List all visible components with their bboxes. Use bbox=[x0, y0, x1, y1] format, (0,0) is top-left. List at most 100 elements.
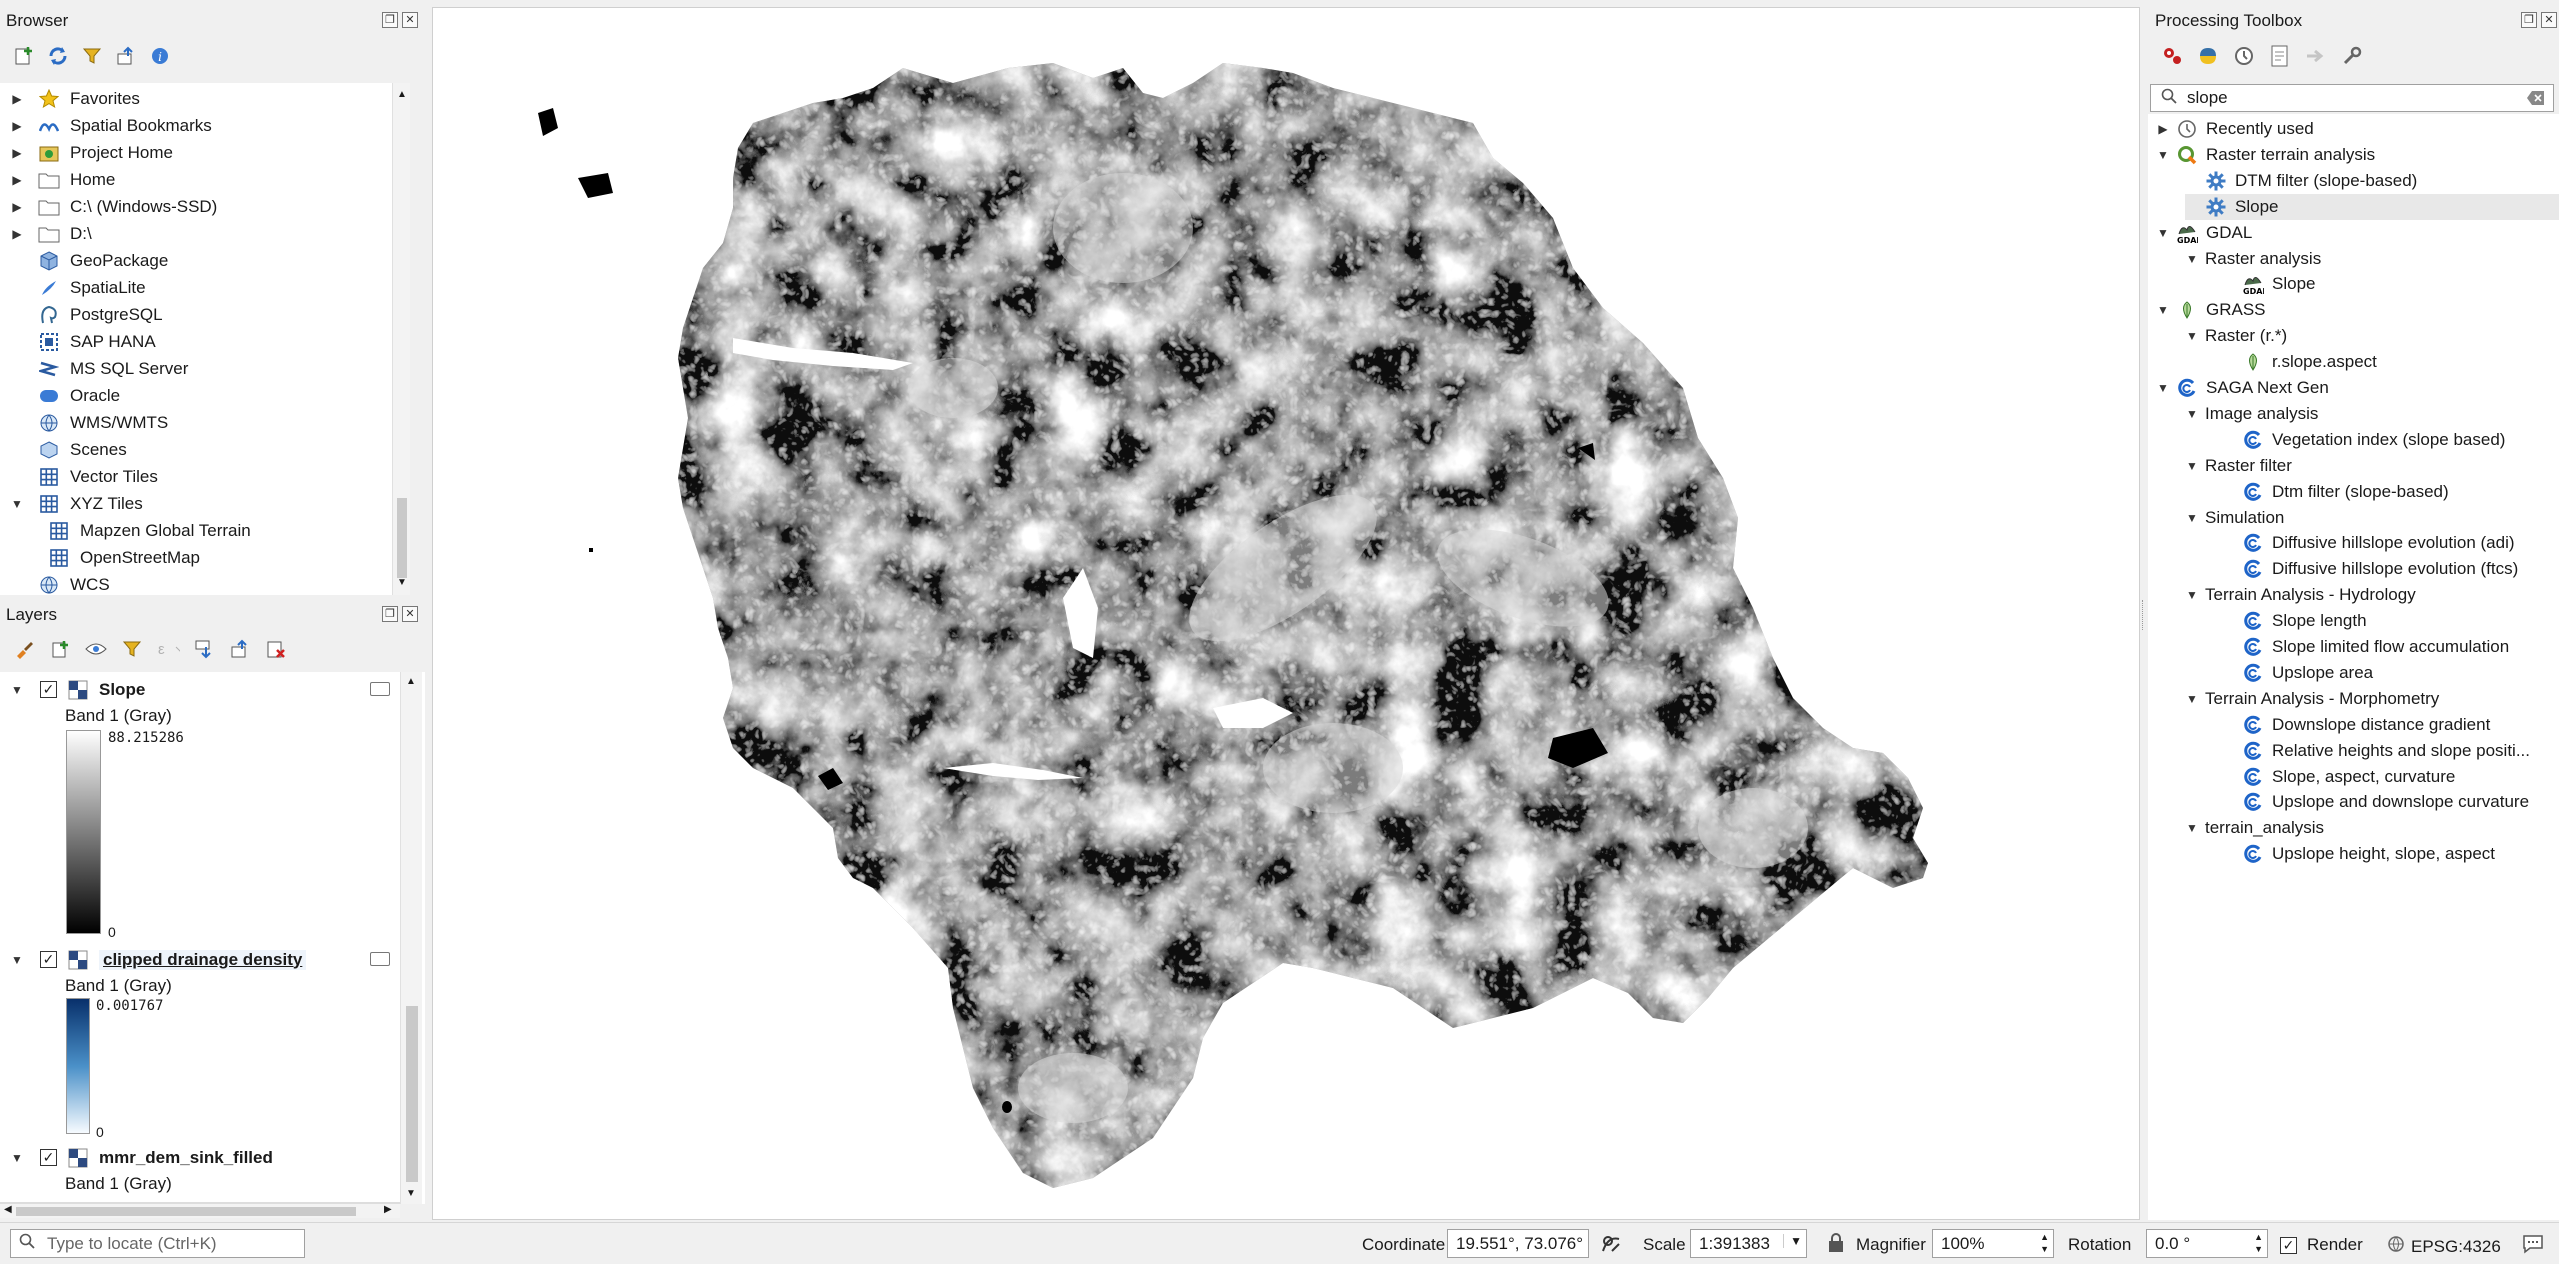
algorithm-slope[interactable]: GDAL Slope bbox=[2214, 271, 2315, 297]
render-toggle[interactable]: ✓ Render bbox=[2280, 1235, 2363, 1255]
group-recently-used[interactable]: ▶ Recently used bbox=[2156, 116, 2313, 142]
browser-item-vector-tiles[interactable]: Vector Tiles bbox=[10, 463, 158, 490]
expand-arrow-icon[interactable]: ▼ bbox=[2156, 381, 2170, 395]
expand-arrow-icon[interactable]: ▼ bbox=[2185, 821, 2199, 835]
layer-visibility-checkbox[interactable]: ✓ bbox=[40, 1149, 57, 1166]
browser-item-wms-wmts[interactable]: WMS/WMTS bbox=[10, 409, 168, 436]
browser-item-oracle[interactable]: Oracle bbox=[10, 382, 120, 409]
browser-scroll-thumb[interactable] bbox=[397, 498, 407, 578]
toolbox-search-box[interactable]: slope bbox=[2150, 84, 2554, 112]
browser-item-scenes[interactable]: Scenes bbox=[10, 436, 127, 463]
close-icon[interactable]: ✕ bbox=[2541, 12, 2557, 28]
expand-arrow-icon[interactable]: ▼ bbox=[2185, 407, 2199, 421]
scroll-up-icon[interactable]: ▲ bbox=[406, 676, 416, 687]
group-gdal[interactable]: ▼ GDAL GDAL bbox=[2156, 220, 2252, 246]
browser-item-xyz-tiles[interactable]: ▼ XYZ Tiles bbox=[10, 490, 143, 517]
algorithm-downslope-distance-gradient[interactable]: Downslope distance gradient bbox=[2214, 712, 2490, 738]
filter-icon[interactable] bbox=[80, 44, 104, 68]
group-raster-r[interactable]: ▼ Raster (r.*) bbox=[2185, 323, 2287, 349]
group-raster-filter[interactable]: ▼ Raster filter bbox=[2185, 453, 2292, 479]
remove-layer-icon[interactable] bbox=[264, 637, 288, 661]
algorithm-upslope-height-slope-aspect[interactable]: Upslope height, slope, aspect bbox=[2214, 841, 2495, 867]
add-group-icon[interactable] bbox=[48, 637, 72, 661]
browser-item-ms-sql-server[interactable]: MS SQL Server bbox=[10, 355, 188, 382]
group-terrain-analysis-hydrology[interactable]: ▼ Terrain Analysis - Hydrology bbox=[2185, 582, 2416, 608]
rotation-spinbox[interactable]: 0.0 ° ▲ ▼ bbox=[2146, 1229, 2268, 1258]
collapse-arrow-icon[interactable]: ▶ bbox=[10, 200, 24, 214]
browser-item-sap-hana[interactable]: SAP HANA bbox=[10, 328, 156, 355]
collapse-arrow-icon[interactable]: ▶ bbox=[10, 92, 24, 106]
browser-item-project-home[interactable]: ▶ Project Home bbox=[10, 139, 173, 166]
close-icon[interactable]: ✕ bbox=[402, 606, 418, 622]
map-canvas[interactable] bbox=[432, 7, 2140, 1220]
group-terrain-analysis-morphometry[interactable]: ▼ Terrain Analysis - Morphometry bbox=[2185, 686, 2439, 712]
expand-arrow-icon[interactable]: ▼ bbox=[10, 497, 24, 511]
layers-scroll-thumb[interactable] bbox=[406, 1006, 418, 1182]
algorithm-diffusive-hillslope-evolution-ftcs[interactable]: Diffusive hillslope evolution (ftcs) bbox=[2214, 556, 2518, 582]
layer-properties-icon[interactable] bbox=[370, 952, 390, 966]
expand-arrow-icon[interactable]: ▼ bbox=[2156, 226, 2170, 240]
layer-visibility-checkbox[interactable]: ✓ bbox=[40, 951, 57, 968]
group-raster-analysis[interactable]: ▼ Raster analysis bbox=[2185, 246, 2321, 272]
browser-item-spatial-bookmarks[interactable]: ▶ Spatial Bookmarks bbox=[10, 112, 211, 139]
expand-arrow-icon[interactable]: ▼ bbox=[10, 1151, 24, 1165]
float-icon[interactable]: ❐ bbox=[382, 12, 398, 28]
spin-arrows-icon[interactable]: ▲ ▼ bbox=[2040, 1231, 2049, 1255]
toolbox-splitter[interactable] bbox=[2142, 600, 2146, 630]
expand-arrow-icon[interactable]: ▼ bbox=[10, 953, 24, 967]
browser-item-c-windows-ssd[interactable]: ▶ C:\ (Windows-SSD) bbox=[10, 193, 217, 220]
algorithm-slope-limited-flow-accumulation[interactable]: Slope limited flow accumulation bbox=[2214, 634, 2509, 660]
collapse-all-layers-icon[interactable] bbox=[228, 637, 252, 661]
results-viewer-icon[interactable] bbox=[2268, 44, 2292, 68]
collapse-arrow-icon[interactable]: ▶ bbox=[2156, 122, 2170, 136]
layer-properties-icon[interactable] bbox=[370, 682, 390, 696]
group-image-analysis[interactable]: ▼ Image analysis bbox=[2185, 401, 2318, 427]
browser-item-wcs[interactable]: WCS bbox=[10, 571, 110, 595]
collapse-arrow-icon[interactable]: ▶ bbox=[10, 173, 24, 187]
options-wrench-icon[interactable] bbox=[2340, 44, 2364, 68]
browser-item-openstreetmap[interactable]: OpenStreetMap bbox=[48, 544, 200, 571]
coordinate-field[interactable]: 19.551°, 73.076° bbox=[1447, 1229, 1589, 1258]
browser-item-spatialite[interactable]: SpatiaLite bbox=[10, 274, 146, 301]
expand-arrow-icon[interactable]: ▼ bbox=[2185, 252, 2199, 266]
float-icon[interactable]: ❐ bbox=[382, 606, 398, 622]
expand-arrow-icon[interactable]: ▼ bbox=[2185, 329, 2199, 343]
magnifier-spinbox[interactable]: 100% ▲ ▼ bbox=[1932, 1229, 2054, 1258]
chevron-down-icon[interactable]: ▼ bbox=[1783, 1234, 1802, 1248]
group-saga-next-gen[interactable]: ▼ SAGA Next Gen bbox=[2156, 375, 2329, 401]
browser-item-geopackage[interactable]: GeoPackage bbox=[10, 247, 168, 274]
algorithm-slope-length[interactable]: Slope length bbox=[2214, 608, 2367, 634]
locator-input[interactable]: Type to locate (Ctrl+K) bbox=[10, 1229, 305, 1258]
group-raster-terrain-analysis[interactable]: ▼ Raster terrain analysis bbox=[2156, 142, 2375, 168]
spin-arrows-icon[interactable]: ▲ ▼ bbox=[2254, 1231, 2263, 1255]
scroll-up-icon[interactable]: ▲ bbox=[397, 89, 407, 100]
layer-row-mmr-dem-sink-filled[interactable]: ▼ ✓ mmr_dem_sink_filled bbox=[10, 1144, 273, 1171]
in-place-edit-icon[interactable] bbox=[2304, 44, 2328, 68]
toggle-extents-icon[interactable] bbox=[1600, 1233, 1622, 1260]
algorithm-dtm-filter-slope-based[interactable]: Dtm filter (slope-based) bbox=[2214, 479, 2449, 505]
lock-scale-icon[interactable] bbox=[1828, 1233, 1844, 1258]
float-icon[interactable]: ❐ bbox=[2521, 12, 2537, 28]
python-icon[interactable] bbox=[2196, 44, 2220, 68]
collapse-arrow-icon[interactable]: ▶ bbox=[10, 119, 24, 133]
group-terrain-analysis[interactable]: ▼ terrain_analysis bbox=[2185, 815, 2324, 841]
scale-combobox[interactable]: 1:391383 ▼ bbox=[1690, 1229, 1807, 1258]
close-icon[interactable]: ✕ bbox=[402, 12, 418, 28]
messages-icon[interactable] bbox=[2522, 1234, 2544, 1259]
filter-legend-icon[interactable] bbox=[120, 637, 144, 661]
filter-expression-icon[interactable]: ε bbox=[156, 637, 180, 661]
algorithm-slope-aspect-curvature[interactable]: Slope, aspect, curvature bbox=[2214, 764, 2455, 790]
scroll-down-icon[interactable]: ▼ bbox=[397, 577, 407, 588]
search-input[interactable]: slope bbox=[2187, 88, 2228, 108]
browser-scrollbar[interactable]: ▲ ▼ bbox=[392, 83, 410, 595]
algorithm-vegetation-index-slope-based[interactable]: Vegetation index (slope based) bbox=[2214, 427, 2505, 453]
expand-arrow-icon[interactable]: ▼ bbox=[10, 683, 24, 697]
algorithm-dtm-filter-slope-based[interactable]: DTM filter (slope-based) bbox=[2185, 168, 2417, 194]
visibility-eye-icon[interactable] bbox=[84, 637, 108, 661]
refresh-icon[interactable] bbox=[46, 44, 70, 68]
scroll-down-icon[interactable]: ▼ bbox=[406, 1188, 416, 1199]
expand-all-icon[interactable] bbox=[192, 637, 216, 661]
algorithm-r-slope-aspect[interactable]: r.slope.aspect bbox=[2214, 349, 2377, 375]
expand-arrow-icon[interactable]: ▼ bbox=[2185, 511, 2199, 525]
layers-scrollbar[interactable]: ▲ ▼ bbox=[400, 672, 422, 1204]
